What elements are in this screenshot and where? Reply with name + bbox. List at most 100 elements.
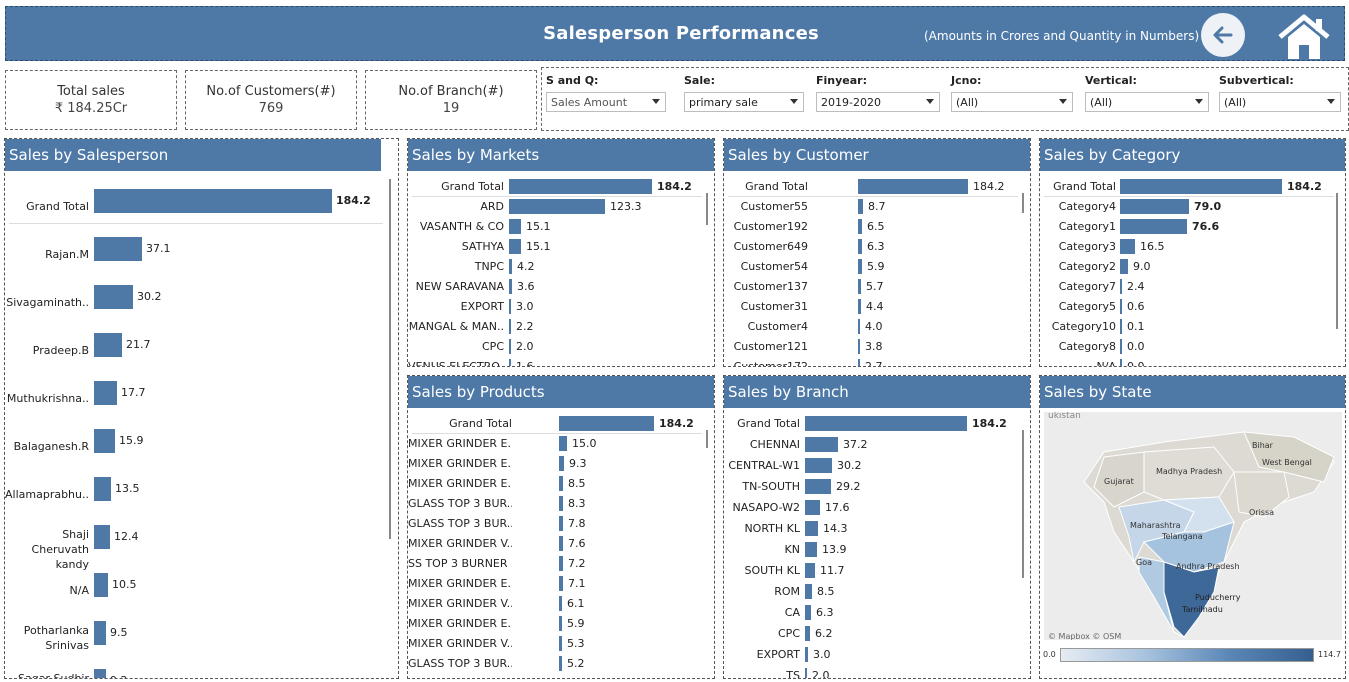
bar-row[interactable]: Category2 9.0 xyxy=(1040,257,1340,277)
grand-total-row[interactable]: Grand Total 184.2 xyxy=(408,414,708,434)
bar-row[interactable]: TN-SOUTH 29.2 xyxy=(724,477,1024,497)
bar-row[interactable]: Customer4 4.0 xyxy=(724,317,1024,337)
bar-row[interactable]: CPC 2.0 xyxy=(408,337,708,357)
bar-value: 29.2 xyxy=(836,480,861,493)
bar-row[interactable]: Category10 0.1 xyxy=(1040,317,1340,337)
bar-row[interactable]: EXPORT 3.0 xyxy=(724,645,1024,665)
bar-row[interactable]: Customer649 6.3 xyxy=(724,237,1024,257)
bar-value: 9.3 xyxy=(569,457,587,470)
bar-row[interactable]: KN 13.9 xyxy=(724,540,1024,560)
bar xyxy=(1120,179,1282,194)
subvertical-select[interactable]: (All) xyxy=(1219,92,1341,112)
bar-row[interactable]: CENTRAL-W1 30.2 xyxy=(724,456,1024,476)
bar-row[interactable]: GLASS TOP 3 BUR.. 8.3 xyxy=(408,494,708,514)
sale-select[interactable]: primary sale xyxy=(684,92,804,112)
scrollbar[interactable] xyxy=(389,179,391,539)
home-button[interactable] xyxy=(1276,13,1332,61)
panel-title: Sales by Customer xyxy=(724,139,1030,171)
bar-value: 3.0 xyxy=(516,300,534,313)
bar-row[interactable]: MIXER GRINDER E.. 15.0 xyxy=(408,434,708,454)
bar-row[interactable]: MANGAL & MAN.. 2.2 xyxy=(408,317,708,337)
bar xyxy=(1120,219,1187,234)
bar-row[interactable]: GLASS TOP 3 BUR.. 5.2 xyxy=(408,654,708,674)
row-label: NASAPO-W2 xyxy=(732,501,800,514)
bar-row[interactable]: Shaji Cheruvath kandy 12.4 xyxy=(5,525,305,571)
bar-value: 184.2 xyxy=(972,417,1007,430)
bar-value: 15.0 xyxy=(572,437,597,450)
jcno-select[interactable]: (All) xyxy=(951,92,1073,112)
bar-row[interactable]: MIXER GRINDER E.. 5.9 xyxy=(408,614,708,634)
bar-row[interactable]: MIXER GRINDER E.. 9.3 xyxy=(408,454,708,474)
bar-row[interactable]: Sivagaminath.. 30.2 xyxy=(5,285,305,325)
bar-row[interactable]: SOUTH KL 11.7 xyxy=(724,561,1024,581)
grand-total-row[interactable]: Grand Total 184.2 xyxy=(724,177,1024,197)
bar-row[interactable]: CPC 6.2 xyxy=(724,624,1024,644)
filter-subvertical: Subvertical: (All) xyxy=(1219,74,1341,112)
bar xyxy=(94,477,111,501)
bar-row[interactable]: Customer121 3.8 xyxy=(724,337,1024,357)
grand-total-row[interactable]: Grand Total 184.2 xyxy=(1040,177,1340,197)
bar-row[interactable]: GLASS TOP 3 BUR.. 7.8 xyxy=(408,514,708,534)
bar-row[interactable]: CA 6.3 xyxy=(724,603,1024,623)
bar-row[interactable]: SATHYA 15.1 xyxy=(408,237,708,257)
bar-row[interactable]: NEW SARAVANA 3.6 xyxy=(408,277,708,297)
bar-row[interactable]: Customer31 4.4 xyxy=(724,297,1024,317)
bar-row[interactable]: ARD 123.3 xyxy=(408,197,708,217)
bar-row[interactable]: MIXER GRINDER V.. 5.3 xyxy=(408,634,708,654)
bar xyxy=(858,319,860,334)
bar xyxy=(858,299,861,314)
bar-row[interactable]: SS TOP 3 BURNER .. 7.2 xyxy=(408,554,708,574)
bar-row[interactable]: Category1 76.6 xyxy=(1040,217,1340,237)
bar-row[interactable]: MIXER GRINDER E.. 7.1 xyxy=(408,574,708,594)
bar-row[interactable]: Customer55 8.7 xyxy=(724,197,1024,217)
back-button[interactable] xyxy=(1201,13,1245,57)
bar-row[interactable]: Customer137 5.7 xyxy=(724,277,1024,297)
bar-row[interactable]: ROM 8.5 xyxy=(724,582,1024,602)
bar-row[interactable]: Category3 16.5 xyxy=(1040,237,1340,257)
state-map[interactable]: ukistan Bihar West Bengal Gujarat Madhya… xyxy=(1044,411,1342,641)
bar-row[interactable]: Pradeep.B 21.7 xyxy=(5,333,305,373)
bar-row[interactable]: EXPORT 3.0 xyxy=(408,297,708,317)
bar-row[interactable]: Customer192 6.5 xyxy=(724,217,1024,237)
grand-total-row[interactable]: Grand Total 184.2 xyxy=(408,177,708,197)
bar-row[interactable]: Customer54 5.9 xyxy=(724,257,1024,277)
bar-row[interactable]: Muthukrishna.. 17.7 xyxy=(5,381,305,421)
bar-row[interactable]: NASAPO-W2 17.6 xyxy=(724,498,1024,518)
bar-row[interactable]: Customer172 2.7 xyxy=(724,357,1024,366)
row-label: ARD xyxy=(480,200,504,213)
bar xyxy=(858,239,862,254)
bar-row[interactable]: N/A 0.0 xyxy=(1040,357,1340,366)
bar-row[interactable]: VENUS ELECTRO.. 1.6 xyxy=(408,357,708,366)
bar-row[interactable]: Sagar Sudhir Bhat 9.2 xyxy=(5,669,305,678)
bar xyxy=(858,339,860,354)
vertical-select[interactable]: (All) xyxy=(1085,92,1209,112)
grand-total-row[interactable]: Grand Total 184.2 xyxy=(724,414,1024,434)
bar-row[interactable]: TNPC 4.2 xyxy=(408,257,708,277)
finyear-select[interactable]: 2019-2020 xyxy=(816,92,940,112)
bar-row[interactable]: Category5 0.6 xyxy=(1040,297,1340,317)
bar-row[interactable]: Category4 79.0 xyxy=(1040,197,1340,217)
filter-finyear: Finyear: 2019-2020 xyxy=(816,74,940,112)
s-and-q-select[interactable]: Sales Amount xyxy=(546,92,666,112)
bar xyxy=(559,556,563,571)
bar-row[interactable]: MIXER GRINDER E.. 8.5 xyxy=(408,474,708,494)
bar-row[interactable]: Allamaprabhu.. 13.5 xyxy=(5,477,305,517)
bar-row[interactable]: Potharlanka Srinivas 9.5 xyxy=(5,621,305,661)
bar-row[interactable]: Category7 2.4 xyxy=(1040,277,1340,297)
bar-row[interactable]: Category8 0.0 xyxy=(1040,337,1340,357)
bar-row[interactable]: CHENNAI 37.2 xyxy=(724,435,1024,455)
bar-row[interactable]: TS 2.0 xyxy=(724,666,1024,678)
row-label: Customer4 xyxy=(747,320,808,333)
bar xyxy=(1120,339,1122,354)
bar-row[interactable]: N/A 10.5 xyxy=(5,573,305,613)
bar-row[interactable]: MIXER GRINDER V.. 6.1 xyxy=(408,594,708,614)
bar xyxy=(858,359,860,366)
bar-row[interactable]: NORTH KL 14.3 xyxy=(724,519,1024,539)
bar-row[interactable]: Rajan.M 37.1 xyxy=(5,237,305,277)
kpi-value: 19 xyxy=(442,101,460,116)
grand-total-row[interactable]: Grand Total 184.2 xyxy=(5,189,371,229)
bar-row[interactable]: MIXER GRINDER V.. 7.6 xyxy=(408,534,708,554)
bar-row[interactable]: Balaganesh.R 15.9 xyxy=(5,429,305,469)
row-label: EXPORT xyxy=(756,648,800,661)
bar-row[interactable]: VASANTH & CO 15.1 xyxy=(408,217,708,237)
